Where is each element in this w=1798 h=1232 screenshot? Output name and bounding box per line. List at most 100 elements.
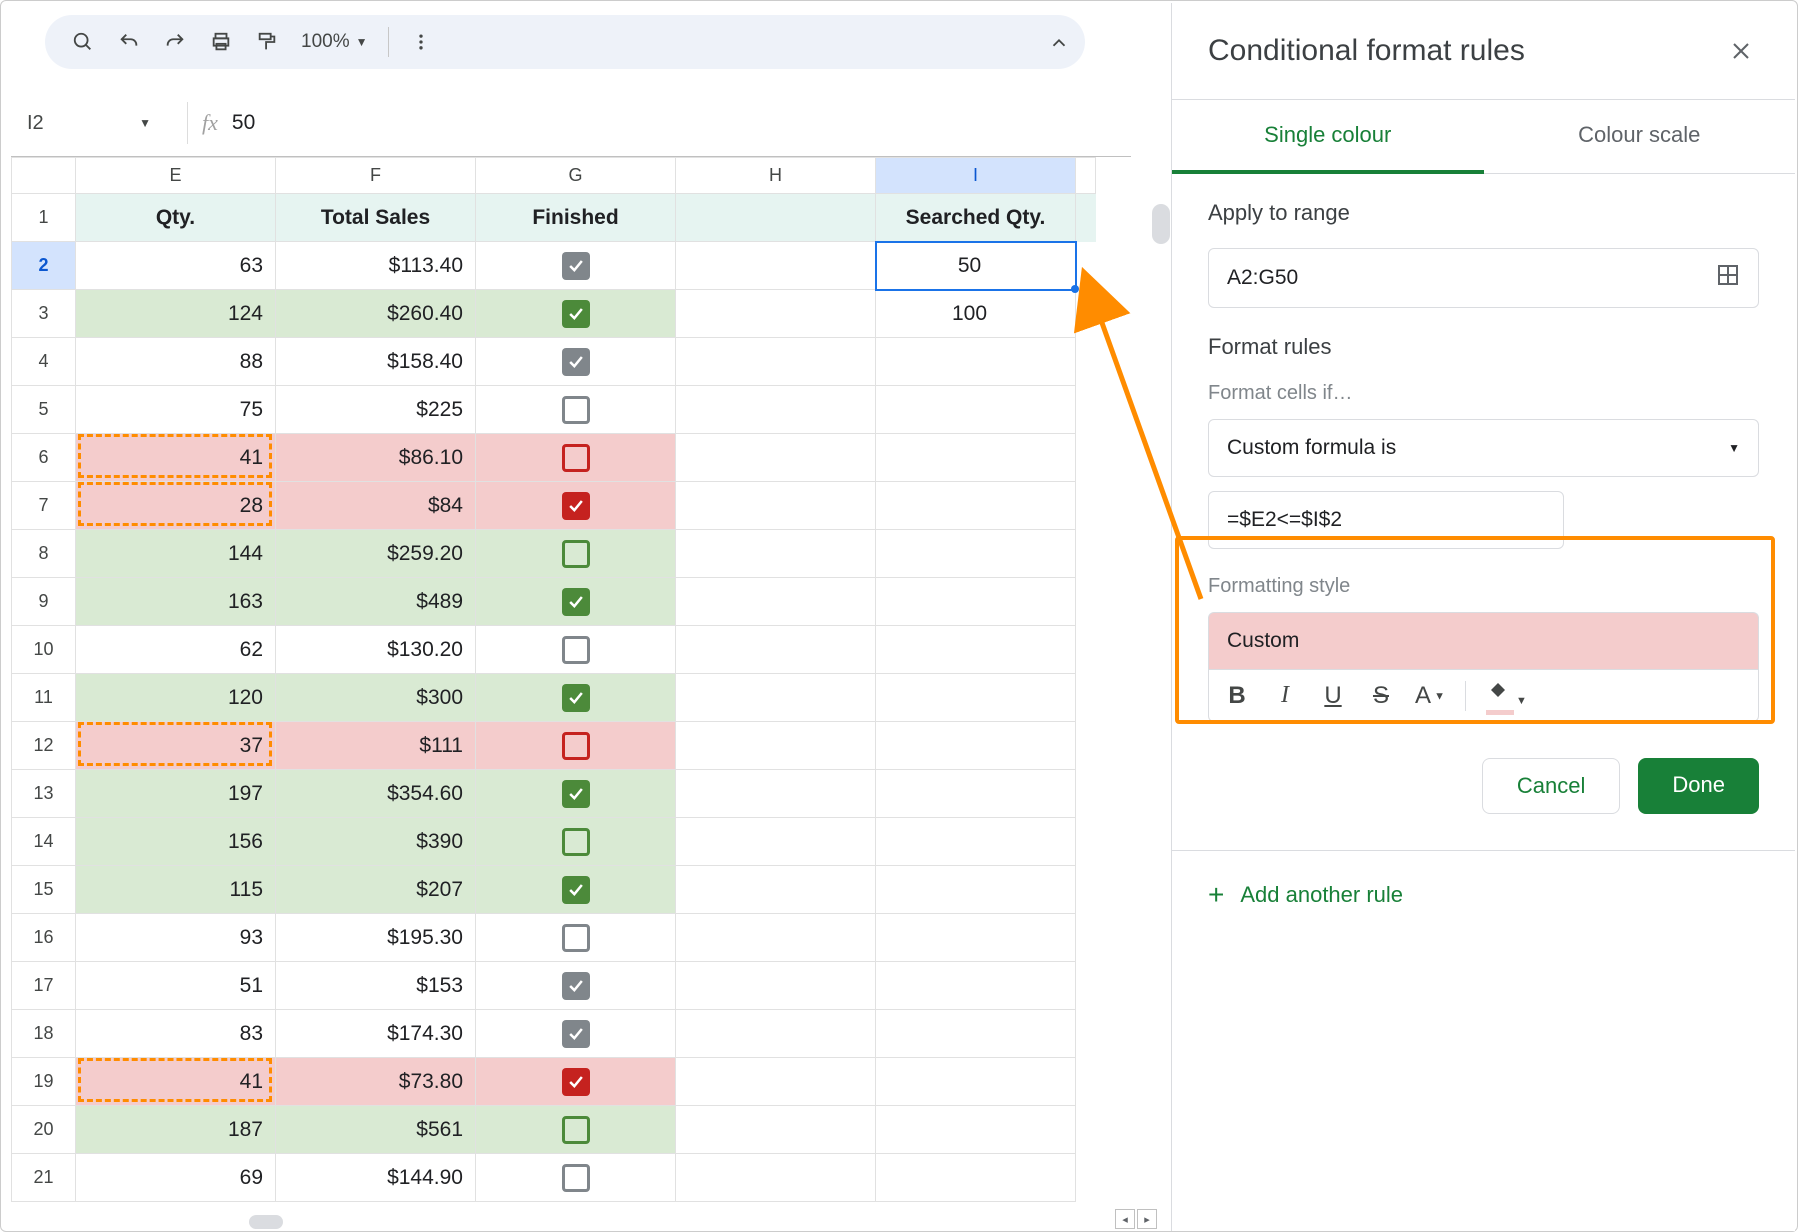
row-header[interactable]: 21	[12, 1154, 76, 1202]
checkbox-icon[interactable]	[562, 300, 590, 328]
cell[interactable]: $130.20	[276, 626, 476, 674]
cell[interactable]	[876, 1058, 1076, 1106]
close-icon[interactable]	[1721, 31, 1761, 71]
cell[interactable]: $195.30	[276, 914, 476, 962]
cell[interactable]: $225	[276, 386, 476, 434]
cell[interactable]	[876, 914, 1076, 962]
column-header[interactable]: I	[876, 158, 1076, 194]
cell[interactable]: $73.80	[276, 1058, 476, 1106]
cell[interactable]	[476, 242, 676, 290]
cell[interactable]	[476, 1010, 676, 1058]
search-icon[interactable]	[63, 22, 103, 62]
checkbox-icon[interactable]	[562, 972, 590, 1000]
cell[interactable]	[676, 242, 876, 290]
checkbox-icon[interactable]	[562, 924, 590, 952]
cell[interactable]	[476, 818, 676, 866]
row-header[interactable]: 6	[12, 434, 76, 482]
cell[interactable]	[676, 1058, 876, 1106]
row-header[interactable]: 15	[12, 866, 76, 914]
cell[interactable]: 144	[76, 530, 276, 578]
cell[interactable]	[676, 1010, 876, 1058]
text-color-button[interactable]: A ▼	[1415, 682, 1445, 710]
cell[interactable]	[476, 290, 676, 338]
cell[interactable]	[476, 962, 676, 1010]
row-header[interactable]: 8	[12, 530, 76, 578]
checkbox-icon[interactable]	[562, 444, 590, 472]
cell[interactable]: $260.40	[276, 290, 476, 338]
paint-format-icon[interactable]	[247, 22, 287, 62]
checkbox-icon[interactable]	[562, 732, 590, 760]
cell[interactable]: 63	[76, 242, 276, 290]
cell[interactable]: 75	[76, 386, 276, 434]
checkbox-icon[interactable]	[562, 1020, 590, 1048]
cell[interactable]: $174.30	[276, 1010, 476, 1058]
row-header[interactable]: 5	[12, 386, 76, 434]
range-input[interactable]: A2:G50	[1208, 248, 1759, 308]
vertical-scrollbar[interactable]	[1151, 201, 1171, 1181]
cell[interactable]	[676, 770, 876, 818]
bold-button[interactable]: B	[1223, 682, 1251, 710]
cell[interactable]	[876, 722, 1076, 770]
header-cell[interactable]: Total Sales	[276, 194, 476, 242]
condition-dropdown[interactable]: Custom formula is ▼	[1208, 419, 1759, 477]
cell[interactable]: 50	[876, 242, 1076, 290]
checkbox-icon[interactable]	[562, 876, 590, 904]
more-icon[interactable]	[401, 22, 441, 62]
row-header[interactable]: 19	[12, 1058, 76, 1106]
checkbox-icon[interactable]	[562, 828, 590, 856]
cell[interactable]	[476, 1058, 676, 1106]
checkbox-icon[interactable]	[562, 1164, 590, 1192]
cell[interactable]: $489	[276, 578, 476, 626]
cell[interactable]	[876, 626, 1076, 674]
cell[interactable]	[476, 866, 676, 914]
cell[interactable]	[476, 434, 676, 482]
cell[interactable]	[676, 434, 876, 482]
cell[interactable]	[876, 1010, 1076, 1058]
cell[interactable]: 197	[76, 770, 276, 818]
cell[interactable]	[476, 338, 676, 386]
cell[interactable]: $113.40	[276, 242, 476, 290]
checkbox-icon[interactable]	[562, 396, 590, 424]
cell[interactable]	[476, 722, 676, 770]
column-header[interactable]: G	[476, 158, 676, 194]
fill-color-button[interactable]: ▼	[1486, 680, 1527, 711]
cell[interactable]: $561	[276, 1106, 476, 1154]
cell[interactable]	[676, 626, 876, 674]
cell[interactable]: 156	[76, 818, 276, 866]
cell[interactable]: 124	[76, 290, 276, 338]
row-header[interactable]: 4	[12, 338, 76, 386]
row-header[interactable]: 7	[12, 482, 76, 530]
cell[interactable]	[876, 578, 1076, 626]
cell[interactable]	[676, 914, 876, 962]
cell[interactable]: 100	[876, 290, 1076, 338]
checkbox-icon[interactable]	[562, 348, 590, 376]
undo-icon[interactable]	[109, 22, 149, 62]
checkbox-icon[interactable]	[562, 492, 590, 520]
checkbox-icon[interactable]	[562, 1116, 590, 1144]
row-header[interactable]: 1	[12, 194, 76, 242]
cell[interactable]: $354.60	[276, 770, 476, 818]
header-cell[interactable]	[676, 194, 876, 242]
cell[interactable]: $158.40	[276, 338, 476, 386]
cell[interactable]	[876, 866, 1076, 914]
header-cell[interactable]: Qty.	[76, 194, 276, 242]
cancel-button[interactable]: Cancel	[1482, 758, 1620, 814]
header-cell[interactable]: Finished	[476, 194, 676, 242]
cell[interactable]	[676, 1106, 876, 1154]
underline-button[interactable]: U	[1319, 682, 1347, 710]
cell[interactable]: 51	[76, 962, 276, 1010]
cell[interactable]: 37	[76, 722, 276, 770]
row-header[interactable]: 13	[12, 770, 76, 818]
cell[interactable]: 28	[76, 482, 276, 530]
cell[interactable]	[876, 482, 1076, 530]
cell[interactable]: $390	[276, 818, 476, 866]
checkbox-icon[interactable]	[562, 780, 590, 808]
row-header[interactable]: 9	[12, 578, 76, 626]
cell[interactable]	[476, 626, 676, 674]
checkbox-icon[interactable]	[562, 540, 590, 568]
strikethrough-button[interactable]: S	[1367, 682, 1395, 710]
italic-button[interactable]: I	[1271, 682, 1299, 709]
cell[interactable]: 83	[76, 1010, 276, 1058]
cell[interactable]	[676, 818, 876, 866]
cell[interactable]: 163	[76, 578, 276, 626]
